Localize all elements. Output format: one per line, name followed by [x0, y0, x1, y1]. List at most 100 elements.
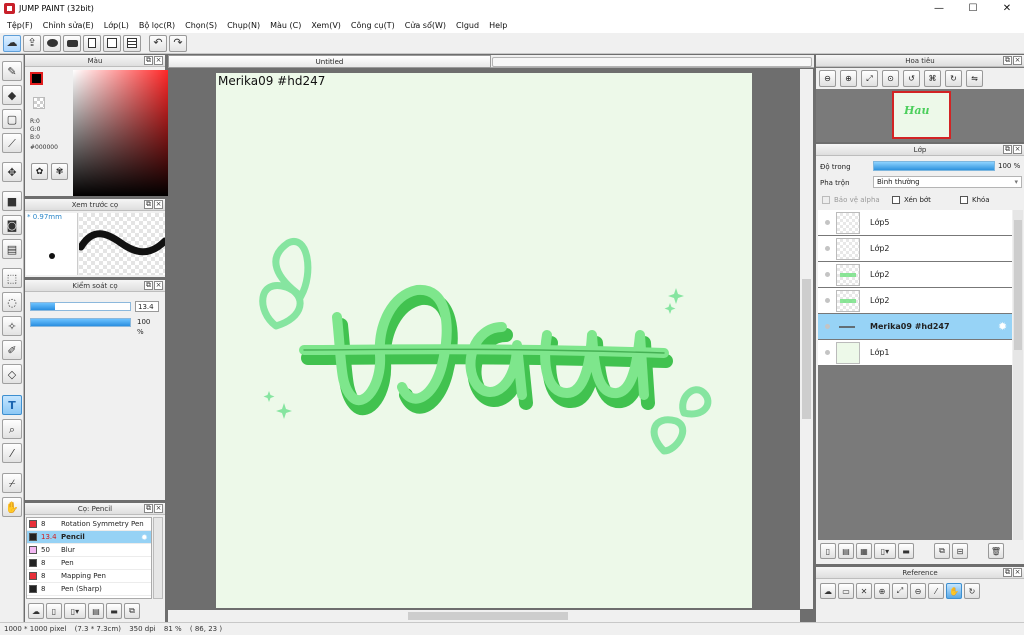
- close-button[interactable]: ✕: [990, 0, 1024, 17]
- open-reference-button[interactable]: ▭: [838, 583, 854, 599]
- merge-layer-button[interactable]: ⊟: [952, 543, 968, 559]
- brush-list-scrollbar[interactable]: [153, 517, 163, 599]
- export-button[interactable]: ⇪: [23, 34, 41, 52]
- visibility-icon[interactable]: [818, 220, 836, 225]
- canvas-horizontal-scrollbar[interactable]: [168, 610, 800, 622]
- undock-icon[interactable]: ⧉: [1003, 145, 1012, 154]
- brush-tool[interactable]: ✎: [2, 61, 22, 81]
- undock-icon[interactable]: ⧉: [144, 56, 153, 65]
- visibility-icon[interactable]: [818, 246, 836, 251]
- comment-button[interactable]: [63, 34, 81, 52]
- drawing-canvas[interactable]: Merika09 #hd247: [216, 73, 752, 608]
- palette-button[interactable]: ✿: [31, 163, 48, 180]
- new-brush-button[interactable]: ▯: [46, 603, 62, 619]
- document-tab[interactable]: Untitled: [168, 55, 491, 68]
- close-icon[interactable]: ×: [1013, 56, 1022, 65]
- maximize-button[interactable]: ☐: [956, 0, 990, 17]
- lasso-select-tool[interactable]: ◌: [2, 292, 22, 312]
- menu-filter[interactable]: Bộ lọc(R): [134, 21, 180, 30]
- close-icon[interactable]: ×: [154, 504, 163, 513]
- menu-select[interactable]: Chọn(S): [180, 21, 222, 30]
- duplicate-layer-button[interactable]: ⧉: [934, 543, 950, 559]
- layer-row-text[interactable]: Merika09 #hd247 ✹: [818, 314, 1012, 340]
- brush-folder-button[interactable]: ▬: [106, 603, 122, 619]
- magic-wand-tool[interactable]: ✧: [2, 316, 22, 336]
- brush-item-blur[interactable]: 50 Blur: [27, 544, 151, 557]
- close-icon[interactable]: ×: [1013, 145, 1022, 154]
- protect-alpha-checkbox[interactable]: Bảo vệ alpha: [822, 196, 880, 204]
- fill-rect-tool[interactable]: ■: [2, 191, 22, 211]
- fit-button[interactable]: ⤢: [861, 70, 878, 87]
- undo-button[interactable]: ↶: [149, 34, 167, 52]
- eraser-tool[interactable]: ◆: [2, 85, 22, 105]
- rectangle-tool[interactable]: ▢: [2, 109, 22, 129]
- speech-bubble-button[interactable]: [43, 34, 61, 52]
- copy-brush-button[interactable]: ⧉: [124, 603, 140, 619]
- layer-opacity-slider[interactable]: [873, 161, 995, 171]
- gear-icon[interactable]: ✹: [141, 533, 151, 542]
- zoom-select-tool[interactable]: ⌕: [2, 419, 22, 439]
- visibility-icon[interactable]: [818, 272, 836, 277]
- menu-file[interactable]: Tệp(F): [2, 21, 38, 30]
- cloud-reference-button[interactable]: ☁: [820, 583, 836, 599]
- gear-icon[interactable]: ✹: [998, 320, 1012, 333]
- zoom-out-button[interactable]: ⊖: [819, 70, 836, 87]
- close-icon[interactable]: ×: [1013, 568, 1022, 577]
- menu-cloud[interactable]: Clgud: [451, 21, 484, 30]
- layer-row-layer2-a[interactable]: Lớp2: [818, 236, 1012, 262]
- layer-list-scrollbar[interactable]: [1013, 210, 1023, 540]
- close-reference-button[interactable]: ✕: [856, 583, 872, 599]
- navigator-thumbnail[interactable]: Hau: [892, 91, 951, 139]
- visibility-icon[interactable]: [818, 324, 836, 329]
- foreground-color-swatch[interactable]: [30, 72, 43, 85]
- rect-select-tool[interactable]: ⬚: [2, 268, 22, 288]
- brush-size-slider[interactable]: [30, 302, 131, 311]
- grid-button[interactable]: [123, 34, 141, 52]
- horizontal-scroll-thumb[interactable]: [408, 612, 568, 620]
- move-tool[interactable]: ✥: [2, 162, 22, 182]
- undock-icon[interactable]: ⧉: [144, 281, 153, 290]
- flip-button[interactable]: ⇋: [966, 70, 983, 87]
- redo-button[interactable]: ↷: [169, 34, 187, 52]
- duplicate-brush-button[interactable]: ▤: [88, 603, 104, 619]
- minimize-button[interactable]: —: [922, 0, 956, 17]
- zoom-in-button[interactable]: ⊕: [840, 70, 857, 87]
- layer-row-layer5[interactable]: Lớp5: [818, 210, 1012, 236]
- brush-size-value[interactable]: 13.4: [135, 301, 159, 312]
- layer-scroll-thumb[interactable]: [1014, 220, 1022, 350]
- page-button[interactable]: [83, 34, 101, 52]
- menu-edit[interactable]: Chỉnh sửa(E): [38, 21, 99, 30]
- close-icon[interactable]: ×: [154, 281, 163, 290]
- line-tool[interactable]: ⟋: [2, 133, 22, 153]
- undock-icon[interactable]: ⧉: [1003, 568, 1012, 577]
- select-eraser-tool[interactable]: ◇: [2, 364, 22, 384]
- rotate-right-button[interactable]: ↻: [945, 70, 962, 87]
- menu-layer[interactable]: Lớp(L): [99, 21, 134, 30]
- bucket-tool[interactable]: ◙: [2, 215, 22, 235]
- text-tool[interactable]: T: [2, 395, 22, 415]
- canvas-vertical-scrollbar[interactable]: [800, 69, 813, 609]
- hand-tool[interactable]: ✋: [2, 497, 22, 517]
- brush-opacity-slider[interactable]: [30, 318, 131, 327]
- menu-window[interactable]: Cửa sổ(W): [400, 21, 451, 30]
- brush-item-pencil[interactable]: 13.4 Pencil ✹: [27, 531, 151, 544]
- layer-row-layer1[interactable]: Lớp1: [818, 340, 1012, 366]
- new-vector-layer-button[interactable]: ▤: [838, 543, 854, 559]
- close-icon[interactable]: ×: [154, 56, 163, 65]
- blend-mode-select[interactable]: Bình thường: [873, 176, 1022, 188]
- dropper-tool[interactable]: ⌿: [2, 473, 22, 493]
- undock-icon[interactable]: ⧉: [1003, 56, 1012, 65]
- brush-item-pen-sharp[interactable]: 8 Pen (Sharp): [27, 583, 151, 596]
- layer-folder-button[interactable]: ▬: [898, 543, 914, 559]
- ref-hand-button[interactable]: ✋: [946, 583, 962, 599]
- menu-help[interactable]: Help: [484, 21, 512, 30]
- clipping-checkbox[interactable]: Xén bớt: [892, 196, 931, 204]
- menu-tools[interactable]: Công cụ(T): [346, 21, 400, 30]
- cloud-brush-button[interactable]: ☁: [28, 603, 44, 619]
- ref-zoom-out-button[interactable]: ⊖: [910, 583, 926, 599]
- brush-menu-button[interactable]: ▯▾: [64, 603, 86, 619]
- reset-view-button[interactable]: ⌘: [924, 70, 941, 87]
- gradient-tool[interactable]: ▤: [2, 239, 22, 259]
- select-pen-tool[interactable]: ✐: [2, 340, 22, 360]
- eyedropper-tool[interactable]: ⁄: [2, 443, 22, 463]
